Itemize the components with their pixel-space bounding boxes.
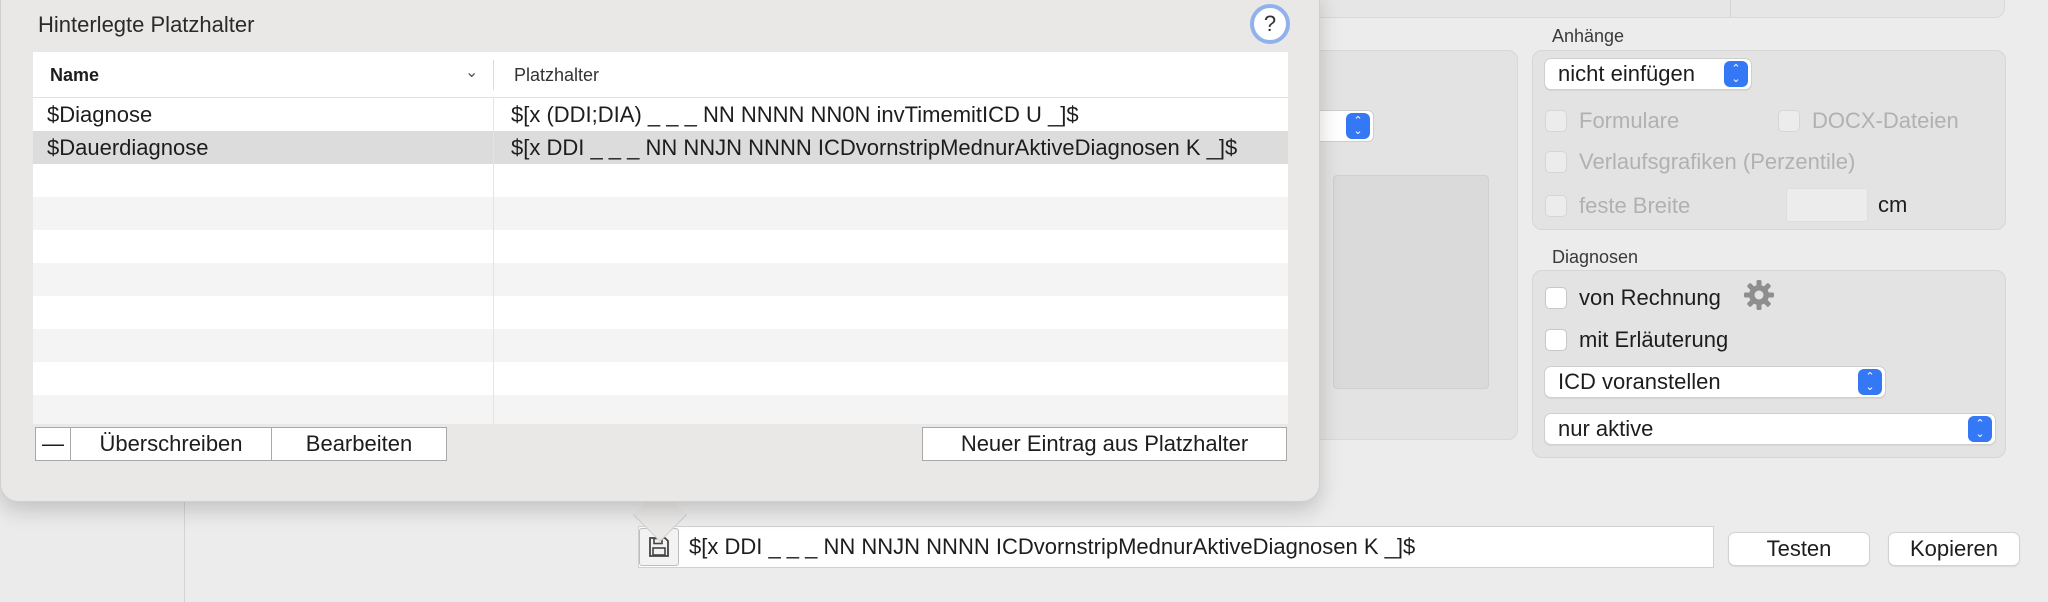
formulare-label: Formulare: [1579, 108, 1680, 133]
edit-button[interactable]: Bearbeiten: [271, 427, 447, 461]
anhaenge-title: Anhänge: [1552, 26, 1625, 46]
column-divider: [493, 60, 494, 90]
platzhalter-popover: Hinterlegte Platzhalter ? Name ⌄ Platzha…: [0, 0, 1320, 502]
chevron-down-icon[interactable]: ⌄: [465, 62, 478, 82]
mit-erlaeuterung-checkbox[interactable]: mit Erläuterung: [1545, 327, 1728, 353]
table-header: Name ⌄ Platzhalter: [33, 52, 1288, 98]
table-row[interactable]: $Diagnose $[x (DDI;DIA) _ _ _ NN NNNN NN…: [33, 98, 1288, 131]
empty-row: [33, 395, 1288, 424]
column-header-placeholder[interactable]: Platzhalter: [514, 65, 599, 86]
divider: [1730, 0, 1731, 17]
feste-breite-checkbox[interactable]: feste Breite: [1545, 193, 1690, 219]
new-entry-button[interactable]: Neuer Eintrag aus Platzhalter: [922, 427, 1287, 461]
empty-row: [33, 197, 1288, 230]
stepper-icon: ⌃ ⌄: [1968, 416, 1992, 442]
mit-erlaeuterung-label: mit Erläuterung: [1579, 327, 1729, 352]
icd-select[interactable]: ICD voranstellen ⌃ ⌄: [1544, 366, 1886, 398]
row-placeholder: $[x (DDI;DIA) _ _ _ NN NNNN NN0N invTime…: [511, 102, 1079, 127]
preview-area: [1333, 175, 1489, 389]
checkbox-box: [1545, 287, 1567, 309]
empty-row: [33, 329, 1288, 362]
row-placeholder: $[x DDI _ _ _ NN NNJN NNNN ICDvornstripM…: [511, 135, 1238, 160]
breite-input[interactable]: [1786, 188, 1868, 222]
row-name: $Dauerdiagnose: [47, 135, 209, 160]
von-rechnung-label: von Rechnung: [1579, 285, 1721, 310]
checkbox-box: [1545, 329, 1567, 351]
docx-label: DOCX-Dateien: [1812, 108, 1959, 133]
table-row-selected[interactable]: $Dauerdiagnose $[x DDI _ _ _ NN NNJN NNN…: [33, 131, 1288, 164]
column-divider: [493, 98, 494, 424]
stepper-icon: ⌃ ⌄: [1858, 369, 1882, 395]
empty-row: [33, 296, 1288, 329]
empty-row: [33, 263, 1288, 296]
filter-select[interactable]: nur aktive ⌃ ⌄: [1544, 413, 1996, 445]
anhaenge-select[interactable]: nicht einfügen ⌃ ⌄: [1544, 58, 1752, 90]
checkbox-box: [1778, 110, 1800, 132]
column-header-name[interactable]: Name: [50, 65, 99, 86]
icd-select-value: ICD voranstellen: [1558, 369, 1721, 394]
empty-row: [33, 362, 1288, 395]
verlauf-checkbox[interactable]: Verlaufsgrafiken (Perzentile): [1545, 149, 1855, 175]
filter-select-value: nur aktive: [1558, 416, 1654, 441]
remove-button[interactable]: —: [35, 427, 71, 461]
diagnosen-title: Diagnosen: [1552, 247, 1639, 267]
empty-row: [33, 164, 1288, 197]
platzhalter-table: Name ⌄ Platzhalter $Diagnose $[x (DDI;DI…: [33, 52, 1288, 424]
verlauf-label: Verlaufsgrafiken (Perzentile): [1579, 149, 1856, 174]
docx-checkbox[interactable]: DOCX-Dateien: [1778, 108, 1959, 134]
unit-label: cm: [1878, 192, 1908, 217]
copy-button[interactable]: Kopieren: [1888, 532, 2020, 566]
gear-icon[interactable]: [1742, 278, 1776, 312]
empty-row: [33, 230, 1288, 263]
help-button[interactable]: ?: [1250, 4, 1290, 44]
stepper-icon: ⌃ ⌄: [1724, 61, 1748, 87]
checkbox-box: [1545, 151, 1567, 173]
popover-title: Hinterlegte Platzhalter: [38, 12, 255, 37]
stepper-icon: ⌃ ⌄: [1346, 113, 1370, 139]
von-rechnung-checkbox[interactable]: von Rechnung: [1545, 285, 1721, 311]
top-strip: [1285, 0, 2005, 18]
overwrite-button[interactable]: Überschreiben: [70, 427, 272, 461]
feste-breite-label: feste Breite: [1579, 193, 1691, 218]
formulare-checkbox[interactable]: Formulare: [1545, 108, 1679, 134]
test-button[interactable]: Testen: [1728, 532, 1870, 566]
placeholder-input[interactable]: $[x DDI _ _ _ NN NNJN NNNN ICDvornstripM…: [638, 526, 1714, 568]
checkbox-box: [1545, 195, 1567, 217]
checkbox-box: [1545, 110, 1567, 132]
row-name: $Diagnose: [47, 102, 153, 127]
anhaenge-select-value: nicht einfügen: [1558, 61, 1695, 86]
